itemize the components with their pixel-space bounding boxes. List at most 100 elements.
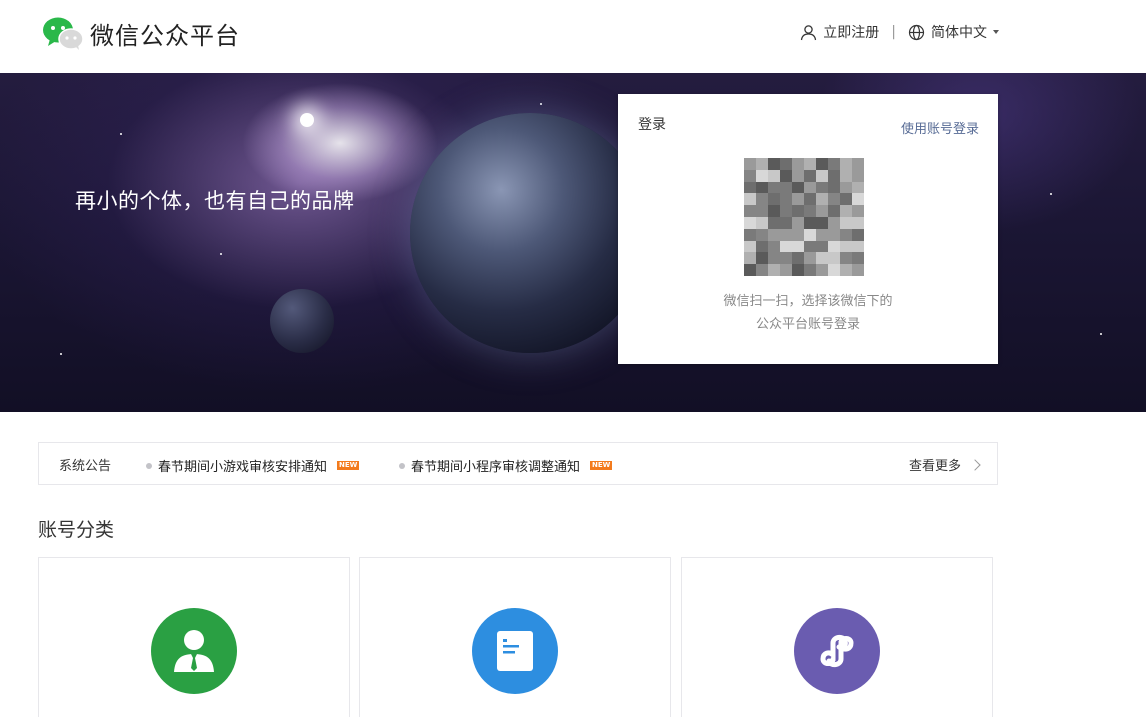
notice-item[interactable]: 春节期间小程序审核调整通知 NEW — [399, 456, 613, 475]
qr-pixel — [756, 264, 768, 276]
qr-pixel — [852, 181, 864, 194]
large-planet — [410, 113, 650, 353]
site-logo[interactable]: 微信公众平台 — [42, 16, 240, 50]
qr-pixel — [816, 252, 828, 265]
qr-pixel — [816, 169, 828, 182]
account-type-card-mini-program[interactable] — [681, 557, 993, 717]
mini-program-icon — [794, 608, 880, 694]
qr-pixel — [816, 205, 828, 217]
qr-pixel — [828, 193, 840, 206]
qr-pixel — [828, 252, 840, 265]
qr-pixel — [840, 240, 852, 253]
globe-icon — [908, 24, 925, 40]
qr-pixel — [768, 228, 780, 241]
header-separator: | — [891, 24, 896, 40]
qr-pixel — [780, 205, 792, 217]
qr-pixel — [804, 228, 816, 241]
qr-pixel — [852, 264, 864, 276]
qr-pixel — [780, 240, 792, 253]
qr-pixel — [792, 158, 804, 170]
qr-pixel — [744, 252, 756, 265]
qr-pixel — [852, 205, 864, 217]
notice-item-text: 春节期间小程序审核调整通知 — [411, 460, 581, 475]
qr-pixel — [744, 216, 756, 229]
language-selector[interactable]: 简体中文 — [908, 22, 999, 42]
qr-pixel — [840, 205, 852, 217]
qr-pixel — [804, 216, 816, 229]
qr-pixel — [792, 240, 804, 253]
qr-pixel — [840, 228, 852, 241]
banner-slogan: 再小的个体，也有自己的品牌 — [75, 189, 355, 213]
qr-pixel — [840, 252, 852, 265]
qr-pixel — [792, 252, 804, 265]
qr-pixel — [792, 169, 804, 182]
qr-pixel — [744, 240, 756, 253]
view-more-link[interactable]: 查看更多 — [909, 455, 981, 474]
qr-pixel — [768, 205, 780, 217]
account-login-link[interactable]: 使用账号登录 — [901, 118, 979, 137]
qr-pixel — [780, 169, 792, 182]
qr-pixel — [804, 193, 816, 206]
star-flare — [300, 113, 314, 127]
qr-pixel — [804, 240, 816, 253]
qr-pixel — [852, 158, 864, 170]
qr-pixel — [768, 193, 780, 206]
qr-pixel — [768, 158, 780, 170]
qr-pixel — [792, 264, 804, 276]
qr-pixel — [840, 181, 852, 194]
system-notice-bar: 系统公告 春节期间小游戏审核安排通知 NEW 春节期间小程序审核调整通知 NEW… — [38, 442, 998, 485]
qr-pixel — [756, 240, 768, 253]
account-type-card-subscription[interactable] — [359, 557, 671, 717]
account-type-card-service[interactable] — [38, 557, 350, 717]
bullet-dot-icon — [146, 462, 152, 469]
qr-pixel — [792, 181, 804, 194]
qr-pixel — [852, 228, 864, 241]
register-link[interactable]: 立即注册 — [800, 22, 879, 42]
qr-pixel — [744, 158, 756, 170]
qr-pixel — [756, 158, 768, 170]
login-title: 登录 — [638, 117, 666, 133]
small-planet — [270, 289, 334, 353]
qr-pixel — [768, 181, 780, 194]
qr-pixel — [792, 228, 804, 241]
qr-hint-line1: 微信扫一扫，选择该微信下的 — [723, 294, 893, 309]
qr-pixel — [768, 169, 780, 182]
account-types-title: 账号分类 — [38, 519, 115, 541]
qr-pixel — [768, 240, 780, 253]
qr-pixel — [768, 252, 780, 265]
language-label: 简体中文 — [931, 25, 987, 41]
qr-pixel — [804, 264, 816, 276]
qr-pixel — [780, 181, 792, 194]
qr-pixel — [804, 158, 816, 170]
star — [1050, 193, 1052, 195]
qr-pixel — [840, 193, 852, 206]
qr-pixel — [756, 205, 768, 217]
notice-item[interactable]: 春节期间小游戏审核安排通知 NEW — [146, 456, 360, 475]
qr-pixel — [828, 228, 840, 241]
star — [540, 103, 542, 105]
qr-pixel — [828, 264, 840, 276]
qr-pixel — [804, 169, 816, 182]
qr-pixel — [756, 181, 768, 194]
wechat-logo-icon — [43, 17, 84, 50]
qr-pixel — [756, 169, 768, 182]
qr-pixel — [768, 216, 780, 229]
qr-pixel — [852, 240, 864, 253]
user-icon — [801, 24, 817, 40]
qr-pixel — [744, 205, 756, 217]
qr-pixel — [804, 252, 816, 265]
qr-pixel — [840, 169, 852, 182]
qr-pixel — [792, 193, 804, 206]
qr-pixel — [744, 264, 756, 276]
star — [220, 253, 222, 255]
caret-down-icon — [993, 30, 999, 34]
login-qr-code — [744, 158, 864, 276]
qr-pixel — [744, 228, 756, 241]
qr-pixel — [816, 228, 828, 241]
star — [120, 133, 122, 135]
qr-pixel — [756, 252, 768, 265]
qr-pixel — [780, 216, 792, 229]
qr-pixel — [828, 181, 840, 194]
qr-pixel — [852, 216, 864, 229]
qr-pixel — [780, 264, 792, 276]
